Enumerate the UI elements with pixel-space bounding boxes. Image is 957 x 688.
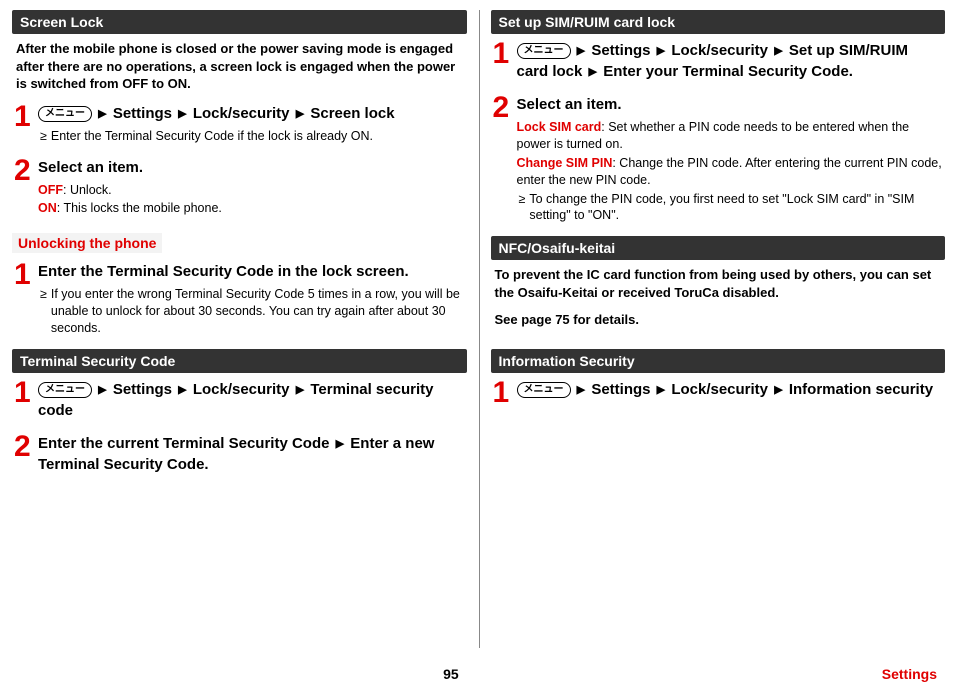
terminal-step2: 2 Enter the current Terminal Security Co… (12, 433, 467, 479)
section-header-terminal-code: Terminal Security Code (12, 349, 467, 373)
menu-icon: メニュー (517, 43, 571, 59)
footer-section-label: Settings (882, 666, 937, 682)
option-lock-sim-label: Lock SIM card (517, 120, 602, 134)
arrow-icon: ▶ (589, 65, 597, 80)
step-note: Enter the Terminal Security Code if the … (51, 128, 373, 145)
step-number: 2 (493, 94, 517, 228)
step-title: Enter the Terminal Security Code in the … (38, 261, 465, 282)
step-number: 2 (14, 433, 38, 479)
path-segment: Lock/security (671, 381, 768, 398)
path-segment: Lock/security (193, 381, 290, 398)
step-note: If you enter the wrong Terminal Security… (51, 286, 465, 337)
path-segment: Settings (591, 381, 650, 398)
section-header-sim-lock: Set up SIM/RUIM card lock (491, 10, 946, 34)
menu-icon: メニュー (38, 106, 92, 122)
option-off-text: : Unlock. (63, 183, 112, 197)
section-header-screen-lock: Screen Lock (12, 10, 467, 34)
path-segment: Settings (113, 105, 172, 122)
arrow-icon: ▶ (577, 383, 585, 398)
bullet-icon: ≥ (519, 191, 526, 225)
arrow-icon: ▶ (98, 107, 106, 122)
arrow-icon: ▶ (178, 107, 186, 122)
arrow-icon: ▶ (657, 383, 665, 398)
nfc-para1: To prevent the IC card function from bei… (491, 266, 946, 311)
option-change-pin-label: Change SIM PIN (517, 156, 613, 170)
arrow-icon: ▶ (577, 44, 585, 59)
sim-step1: 1 メニュー ▶ Settings ▶ Lock/security ▶ Set … (491, 40, 946, 86)
path-segment: Enter your Terminal Security Code. (603, 63, 853, 80)
option-on-label: ON (38, 201, 57, 215)
arrow-icon: ▶ (296, 107, 304, 122)
unlock-step1: 1 Enter the Terminal Security Code in th… (12, 261, 467, 341)
screen-lock-step2: 2 Select an item. OFF: Unlock. ON: This … (12, 157, 467, 220)
bullet-icon: ≥ (40, 128, 47, 145)
footer: 95 Settings (0, 666, 957, 682)
step-title-a: Enter the current Terminal Security Code (38, 435, 329, 452)
terminal-step1: 1 メニュー ▶ Settings ▶ Lock/security ▶ Term… (12, 379, 467, 425)
section-header-info-security: Information Security (491, 349, 946, 373)
arrow-icon: ▶ (98, 383, 106, 398)
subheading-unlocking: Unlocking the phone (12, 233, 162, 253)
infosec-step1: 1 メニュー ▶ Settings ▶ Lock/security ▶ Info… (491, 379, 946, 406)
path-segment: Settings (591, 42, 650, 59)
nfc-para2: See page 75 for details. (491, 311, 946, 339)
arrow-icon: ▶ (178, 383, 186, 398)
arrow-icon: ▶ (774, 383, 782, 398)
path-segment: Settings (113, 381, 172, 398)
arrow-icon: ▶ (657, 44, 665, 59)
path-segment: Lock/security (193, 105, 290, 122)
menu-icon: メニュー (38, 382, 92, 398)
path-segment: Lock/security (671, 42, 768, 59)
step-number: 1 (14, 379, 38, 425)
path-segment: Information security (789, 381, 933, 398)
arrow-icon: ▶ (774, 44, 782, 59)
sim-step2: 2 Select an item. Lock SIM card: Set whe… (491, 94, 946, 228)
option-on-text: : This locks the mobile phone. (57, 201, 222, 215)
step-number: 1 (493, 40, 517, 86)
step-title: Select an item. (517, 94, 944, 115)
arrow-icon: ▶ (336, 437, 344, 452)
page-number: 95 (443, 666, 459, 682)
step-number: 1 (493, 379, 517, 406)
step-title: Select an item. (38, 157, 465, 178)
step-number: 1 (14, 103, 38, 149)
path-segment: Screen lock (310, 105, 394, 122)
step-number: 2 (14, 157, 38, 220)
step-number: 1 (14, 261, 38, 341)
menu-icon: メニュー (517, 382, 571, 398)
option-off-label: OFF (38, 183, 63, 197)
screen-lock-step1: 1 メニュー ▶ Settings ▶ Lock/security ▶ Scre… (12, 103, 467, 149)
column-divider (479, 10, 480, 648)
left-column: Screen Lock After the mobile phone is cl… (12, 10, 467, 487)
arrow-icon: ▶ (296, 383, 304, 398)
section-header-nfc: NFC/Osaifu-keitai (491, 236, 946, 260)
screen-lock-intro: After the mobile phone is closed or the … (12, 40, 467, 103)
step-note: To change the PIN code, you first need t… (529, 191, 943, 225)
bullet-icon: ≥ (40, 286, 47, 337)
right-column: Set up SIM/RUIM card lock 1 メニュー ▶ Setti… (491, 10, 946, 487)
